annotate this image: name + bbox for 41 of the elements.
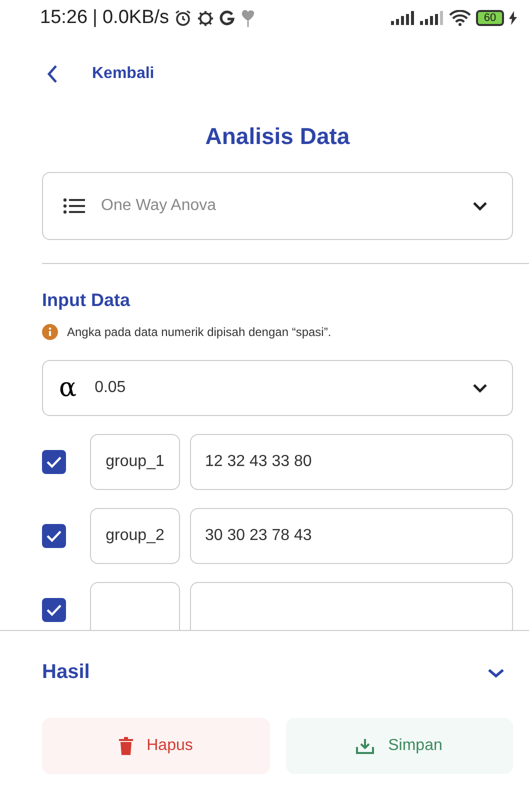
values-field[interactable]: 12 32 43 33 80 — [190, 434, 513, 490]
back-icon[interactable] — [46, 64, 58, 84]
info-icon — [42, 324, 58, 340]
list-icon — [63, 198, 85, 214]
status-time: 15:26 — [40, 7, 88, 29]
trash-icon — [118, 737, 133, 755]
checkmark-icon — [46, 530, 62, 542]
signal-icon — [391, 11, 415, 25]
status-separator: | — [92, 7, 98, 29]
checkbox[interactable] — [42, 450, 66, 474]
google-icon — [219, 10, 236, 26]
chevron-down-icon — [472, 201, 488, 211]
group-name-field[interactable]: group_1 — [90, 434, 180, 490]
save-button[interactable]: Simpan — [286, 718, 513, 774]
checkbox[interactable] — [42, 524, 66, 548]
values-field[interactable] — [190, 582, 513, 630]
page-title: Analisis Data — [204, 122, 351, 151]
checkbox[interactable] — [42, 598, 66, 622]
alpha-dropdown[interactable]: α 0.05 — [42, 360, 513, 416]
checkmark-icon — [46, 604, 62, 616]
alarm-icon — [174, 9, 192, 27]
gear-icon — [197, 10, 214, 26]
hint-text: Angka pada data numerik dipisah dengan “spasi”. — [67, 325, 332, 339]
section-heading: Hasil — [42, 661, 90, 684]
group-name-field[interactable]: group_2 — [90, 508, 180, 564]
method-dropdown[interactable]: One Way Anova — [42, 172, 513, 240]
signal-icon — [420, 11, 444, 25]
back-link[interactable]: Kembali — [92, 65, 154, 83]
checkmark-icon — [46, 456, 62, 468]
wifi-icon — [449, 10, 471, 26]
heart-icon — [240, 8, 256, 28]
network-speed: 0.0KB/s — [102, 7, 170, 29]
values-field[interactable]: 30 30 23 78 43 — [190, 508, 513, 564]
download-icon — [356, 738, 374, 754]
battery-indicator: 60 — [476, 10, 504, 26]
chevron-down-icon — [472, 383, 488, 393]
delete-button[interactable]: Hapus — [42, 718, 270, 774]
chevron-down-icon[interactable] — [487, 668, 505, 678]
section-heading: Input Data — [42, 290, 132, 311]
group-name-field[interactable] — [90, 582, 180, 630]
charging-icon — [509, 11, 517, 25]
